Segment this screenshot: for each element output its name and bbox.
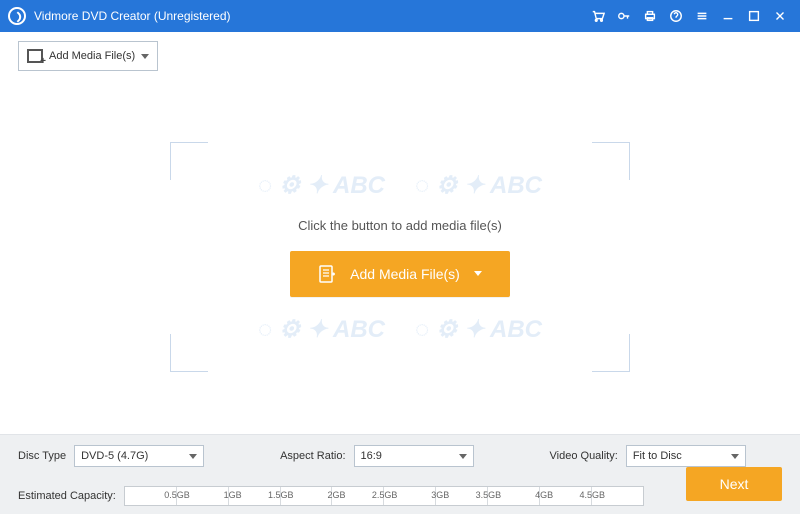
watermark-row: ◌ ⚙ ✦ ABC◌ ⚙ ✦ ABC	[258, 315, 542, 344]
print-icon[interactable]	[640, 6, 660, 26]
disc-type-select[interactable]: DVD-5 (4.7G)	[74, 445, 204, 467]
minimize-button[interactable]	[718, 6, 738, 26]
add-file-icon	[318, 264, 336, 284]
chevron-down-icon	[474, 271, 482, 276]
close-button[interactable]	[770, 6, 790, 26]
video-quality-select[interactable]: Fit to Disc	[626, 445, 746, 467]
add-media-button-small[interactable]: Add Media File(s)	[18, 41, 158, 71]
watermark-row: ◌ ⚙ ✦ ABC◌ ⚙ ✦ ABC	[258, 171, 542, 200]
help-icon[interactable]	[666, 6, 686, 26]
chevron-down-icon	[141, 54, 149, 59]
corner-decoration	[170, 142, 208, 180]
add-media-label: Add Media File(s)	[49, 50, 135, 62]
chevron-down-icon	[189, 454, 197, 459]
add-media-button-main[interactable]: Add Media File(s)	[290, 251, 510, 297]
aspect-ratio-value: 16:9	[361, 450, 382, 462]
add-media-main-label: Add Media File(s)	[350, 266, 460, 282]
disc-type-label: Disc Type	[18, 450, 66, 462]
drop-zone-hint: Click the button to add media file(s)	[298, 218, 502, 233]
video-quality-label: Video Quality:	[550, 450, 618, 462]
footer: Disc Type DVD-5 (4.7G) Aspect Ratio: 16:…	[0, 434, 800, 514]
menu-icon[interactable]	[692, 6, 712, 26]
drop-zone[interactable]: ◌ ⚙ ✦ ABC◌ ⚙ ✦ ABC Click the button to a…	[170, 142, 630, 372]
main-canvas: ◌ ⚙ ✦ ABC◌ ⚙ ✦ ABC Click the button to a…	[0, 80, 800, 434]
estimated-capacity-label: Estimated Capacity:	[18, 490, 116, 502]
app-logo-icon	[8, 7, 26, 25]
app-name: Vidmore DVD Creator	[34, 9, 150, 23]
next-label: Next	[720, 476, 749, 492]
maximize-button[interactable]	[744, 6, 764, 26]
disc-type-value: DVD-5 (4.7G)	[81, 450, 148, 462]
chevron-down-icon	[731, 454, 739, 459]
registration-status: (Unregistered)	[154, 9, 231, 23]
app-title: Vidmore DVD Creator (Unregistered)	[34, 9, 231, 23]
corner-decoration	[592, 334, 630, 372]
capacity-meter: 0.5GB 1GB 1.5GB 2GB 2.5GB 3GB 3.5GB 4GB …	[124, 486, 644, 506]
cart-icon[interactable]	[588, 6, 608, 26]
corner-decoration	[170, 334, 208, 372]
settings-row: Disc Type DVD-5 (4.7G) Aspect Ratio: 16:…	[18, 445, 782, 467]
titlebar: Vidmore DVD Creator (Unregistered)	[0, 0, 800, 32]
corner-decoration	[592, 142, 630, 180]
aspect-ratio-label: Aspect Ratio:	[280, 450, 345, 462]
video-quality-value: Fit to Disc	[633, 450, 682, 462]
aspect-ratio-select[interactable]: 16:9	[354, 445, 474, 467]
next-button[interactable]: Next	[686, 467, 782, 501]
capacity-row: Estimated Capacity: 0.5GB 1GB 1.5GB 2GB …	[18, 479, 782, 513]
toolbar: Add Media File(s)	[0, 32, 800, 80]
key-icon[interactable]	[614, 6, 634, 26]
add-file-icon	[27, 49, 43, 63]
chevron-down-icon	[459, 454, 467, 459]
